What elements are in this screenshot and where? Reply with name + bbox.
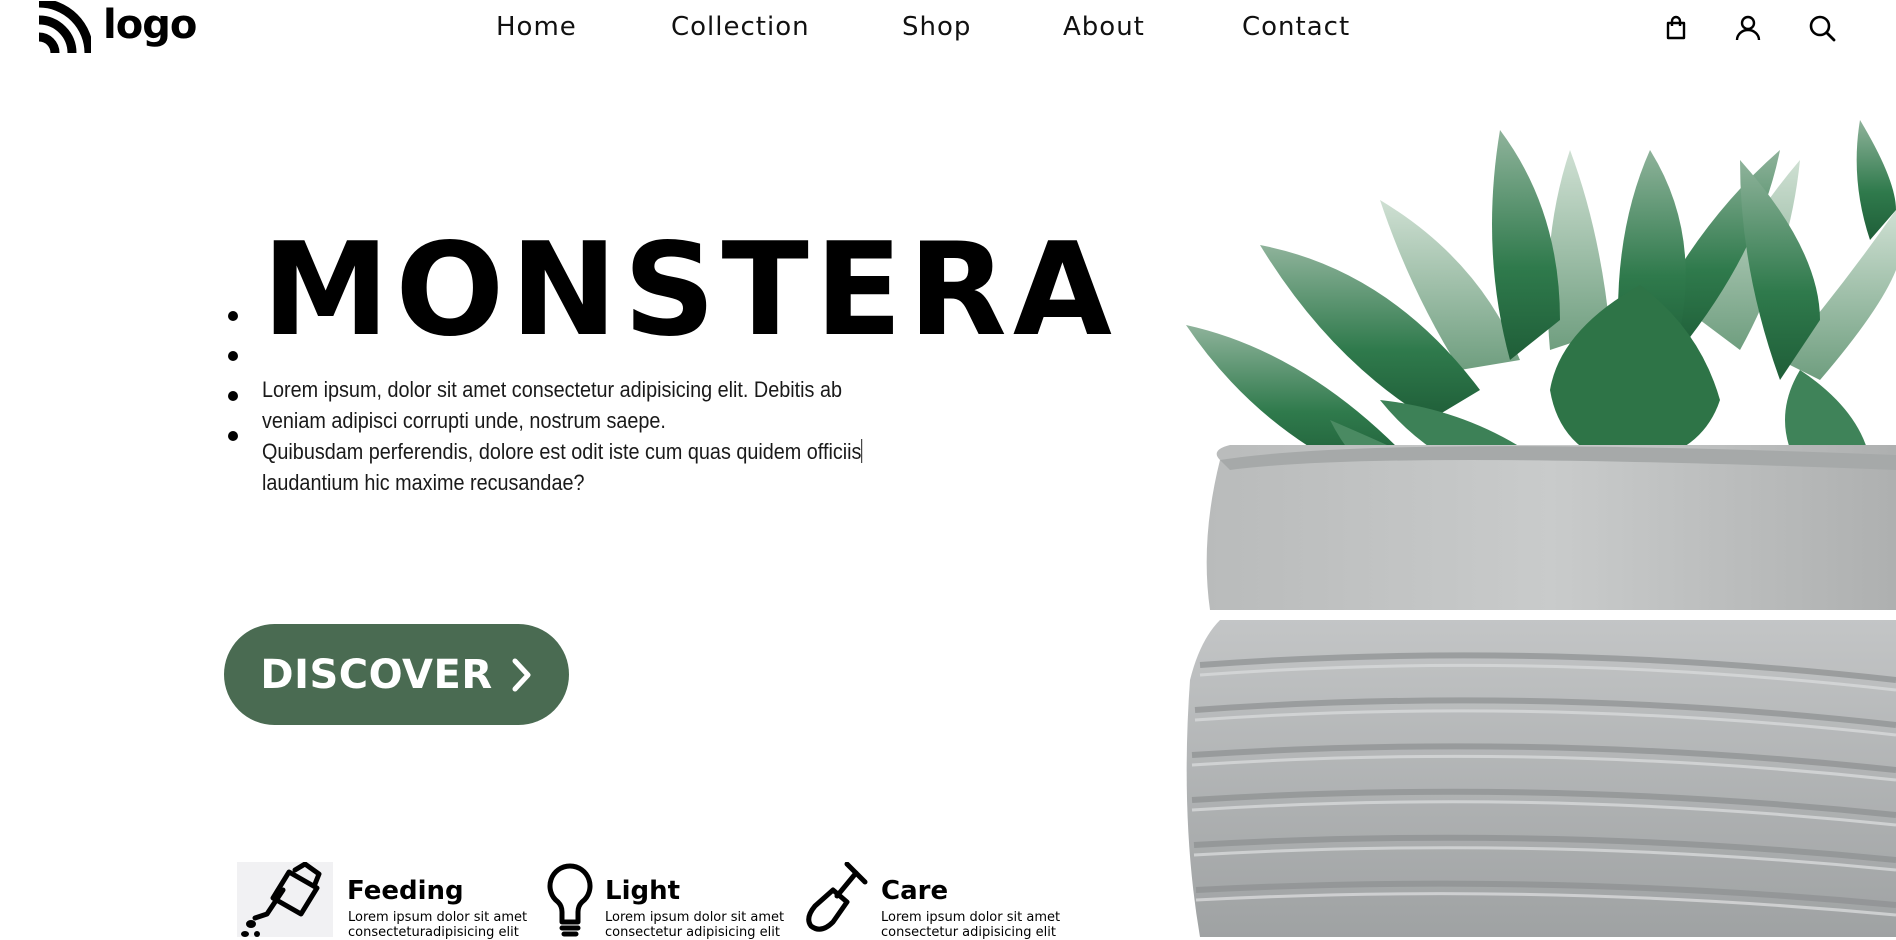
text-cursor (861, 439, 863, 463)
plant-image (1180, 120, 1896, 937)
light-bulb-icon (544, 862, 596, 937)
feature-title: Feeding (347, 876, 464, 906)
discover-button-label: DISCOVER (260, 651, 493, 698)
user-icon[interactable] (1732, 12, 1764, 44)
bullet (228, 431, 238, 441)
search-icon[interactable] (1806, 12, 1838, 44)
bullet (228, 391, 238, 401)
shovel-icon (803, 862, 869, 937)
hero-title: MONSTERA (262, 216, 1118, 365)
shopping-bag-icon[interactable] (1660, 12, 1692, 44)
bullet (228, 311, 238, 321)
nav-about[interactable]: About (1063, 12, 1145, 42)
feature-title: Light (605, 876, 681, 906)
nav-contact[interactable]: Contact (1242, 12, 1350, 42)
hero-description[interactable]: Lorem ipsum, dolor sit amet consectetur … (262, 374, 931, 498)
description-line: laudantium hic maxime recusandae? (262, 470, 585, 495)
logo[interactable]: logo (37, 0, 197, 56)
nav-shop[interactable]: Shop (902, 12, 971, 42)
description-line: Lorem ipsum, dolor sit amet consectetur … (262, 377, 842, 402)
feature-text: Lorem ipsum dolor sit amet consectetur ad… (881, 910, 1061, 940)
feature-text: Lorem ipsum dolor sit amet consectetur ad… (605, 910, 785, 940)
feature-text: Lorem ipsum dolor sit amet consecteturadi… (348, 910, 528, 940)
discover-button[interactable]: DISCOVER (224, 624, 569, 725)
nav-home[interactable]: Home (496, 12, 577, 42)
bullet-list (228, 311, 238, 471)
description-line: veniam adipisci corrupti unde, nostrum s… (262, 408, 666, 433)
bullet (228, 351, 238, 361)
watering-can-icon (237, 862, 333, 937)
nav-collection[interactable]: Collection (671, 12, 810, 42)
logo-icon (38, 1, 91, 54)
logo-text: logo (103, 2, 197, 48)
feature-title: Care (881, 876, 949, 906)
chevron-right-icon (512, 658, 531, 691)
description-line: Quibusdam perferendis, dolore est odit i… (262, 439, 863, 464)
